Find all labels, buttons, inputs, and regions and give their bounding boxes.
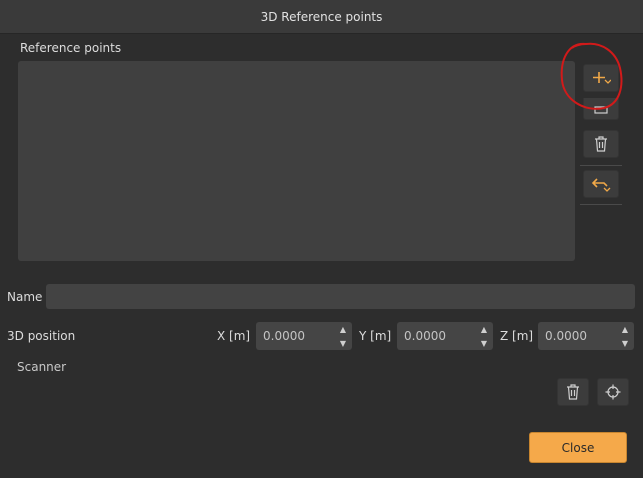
scanner-label: Scanner (17, 360, 67, 374)
reference-points-list[interactable] (18, 61, 575, 261)
window-titlebar: 3D Reference points (0, 0, 643, 34)
z-spinbox[interactable]: 0.0000 ▲ ▼ (538, 322, 634, 350)
3d-position-label: 3D position (7, 329, 76, 343)
reference-points-label: Reference points (20, 41, 122, 55)
chevron-up-icon[interactable]: ▲ (477, 323, 491, 335)
x-spinbox[interactable]: 0.0000 ▲ ▼ (256, 322, 352, 350)
import-points-button[interactable] (583, 170, 619, 198)
scanner-target-button[interactable] (597, 378, 629, 406)
toolbar-separator (580, 165, 622, 166)
trash-icon (567, 384, 579, 400)
y-label: Y [m] (359, 329, 392, 343)
chevron-down-icon[interactable]: ▼ (618, 337, 632, 349)
import-icon (591, 178, 611, 192)
scanner-delete-button[interactable] (557, 378, 589, 406)
trash-icon (595, 136, 607, 152)
close-button[interactable]: Close (529, 432, 627, 463)
chevron-down-icon[interactable]: ▼ (477, 337, 491, 349)
y-spinbox[interactable]: 0.0000 ▲ ▼ (397, 322, 493, 350)
z-value: 0.0000 (545, 329, 587, 343)
y-value: 0.0000 (404, 329, 446, 343)
window-title: 3D Reference points (260, 9, 383, 24)
chevron-up-icon[interactable]: ▲ (336, 323, 350, 335)
annotation-circle (560, 42, 623, 110)
delete-point-button[interactable] (583, 130, 619, 158)
x-label: X [m] (217, 329, 251, 343)
name-field[interactable] (46, 284, 635, 309)
crosshair-icon (605, 384, 621, 400)
name-label: Name (7, 290, 43, 304)
z-label: Z [m] (500, 329, 534, 343)
chevron-up-icon[interactable]: ▲ (618, 323, 632, 335)
chevron-down-icon[interactable]: ▼ (336, 337, 350, 349)
toolbar-separator (580, 204, 622, 205)
x-value: 0.0000 (263, 329, 305, 343)
